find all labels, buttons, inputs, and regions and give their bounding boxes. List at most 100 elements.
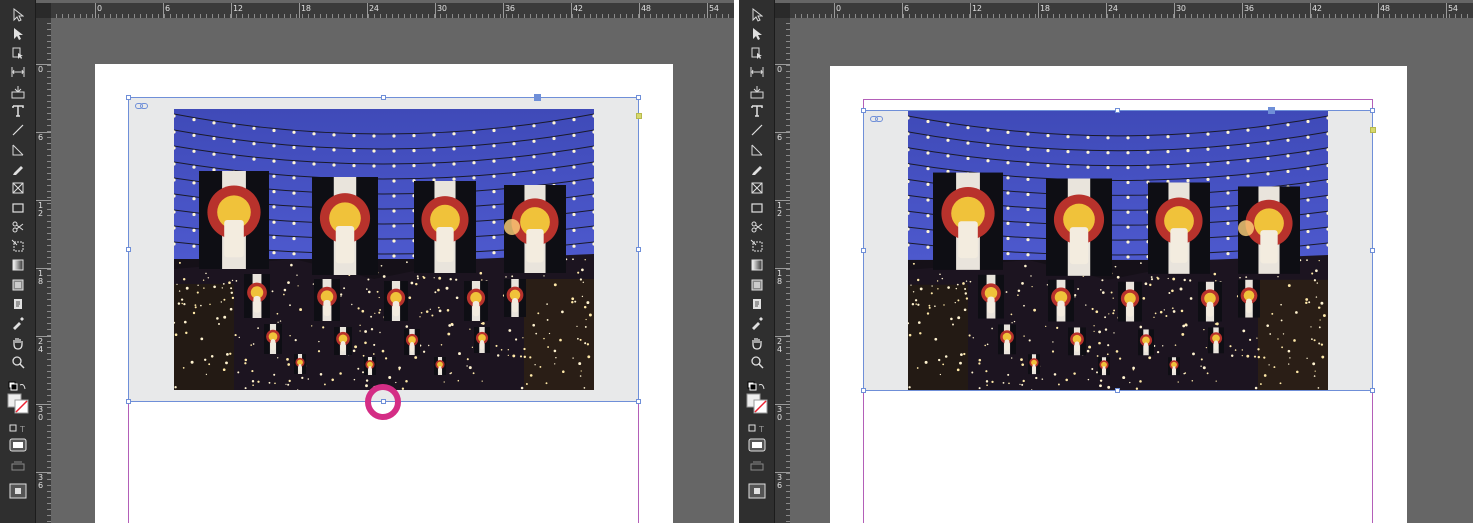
ruler-label: 18	[777, 269, 783, 286]
ruler-label: 30	[38, 405, 44, 422]
eyedropper-tool-icon[interactable]	[5, 314, 31, 333]
line-tool-icon[interactable]	[744, 121, 770, 140]
ruler-major-tick	[435, 3, 436, 18]
type-tool-icon[interactable]	[744, 102, 770, 121]
gradient-feather-tool-icon[interactable]	[5, 275, 31, 294]
free-transform-tool-icon[interactable]	[5, 237, 31, 256]
line-tool-icon[interactable]	[5, 121, 31, 140]
content-collector-icon[interactable]	[5, 82, 31, 101]
ruler-label: 24	[1108, 4, 1118, 13]
free-transform-tool-icon[interactable]	[744, 237, 770, 256]
ruler-major-tick	[1174, 3, 1175, 18]
screen-mode-icon[interactable]	[5, 456, 31, 478]
page-tool-icon[interactable]	[5, 44, 31, 63]
gradient-swatch-tool-icon[interactable]	[744, 256, 770, 275]
hand-tool-icon[interactable]	[744, 333, 770, 352]
scissors-tool-icon[interactable]	[744, 217, 770, 236]
ruler-label: 24	[369, 4, 379, 13]
vertical-ruler[interactable]: 0 6 12 18 24 30 36	[36, 18, 51, 523]
apply-color-icon[interactable]	[5, 434, 31, 456]
fill-stroke-swatch-icon[interactable]	[5, 392, 31, 414]
svg-text:T: T	[758, 425, 764, 433]
horizontal-ruler[interactable]: 0 6 12 18 24 30 36 42 48 54	[51, 3, 734, 18]
pen-tool-icon[interactable]	[5, 140, 31, 159]
scissors-tool-icon[interactable]	[5, 217, 31, 236]
ruler-major-tick	[834, 3, 835, 18]
frame-handle-middle-left[interactable]	[126, 247, 131, 252]
ruler-major-tick	[1106, 3, 1107, 18]
ruler-label: 0	[777, 65, 783, 74]
tools-panel: T	[0, 0, 36, 523]
ruler-origin[interactable]	[36, 3, 51, 18]
content-collector-icon[interactable]	[744, 82, 770, 101]
frame-handle-middle-right[interactable]	[636, 247, 641, 252]
type-tool-icon[interactable]	[5, 102, 31, 121]
hand-tool-icon[interactable]	[5, 333, 31, 352]
ruler-major-tick	[299, 3, 300, 18]
ruler-label: 42	[573, 4, 583, 13]
ruler-label: 6	[904, 4, 909, 13]
page-tool-icon[interactable]	[744, 44, 770, 63]
horizontal-ruler[interactable]: 0 6 12 18 24 30 36 42 48 54	[790, 3, 1473, 18]
rectangle-frame-tool-icon[interactable]	[5, 179, 31, 198]
link-icon[interactable]	[870, 107, 883, 122]
ruler-label: 48	[641, 4, 651, 13]
direct-selection-tool-icon[interactable]	[5, 24, 31, 43]
svg-text:T: T	[19, 425, 25, 433]
selection-tool-icon[interactable]	[744, 5, 770, 24]
frame-handle-top-right[interactable]	[636, 95, 641, 100]
note-tool-icon[interactable]	[744, 295, 770, 314]
fill-stroke-swatch-icon[interactable]	[744, 392, 770, 414]
frame-handle-top-right[interactable]	[1370, 108, 1375, 113]
eyedropper-tool-icon[interactable]	[744, 314, 770, 333]
frame-handle-top-left[interactable]	[861, 108, 866, 113]
direct-selection-tool-icon[interactable]	[744, 24, 770, 43]
graphic-frame[interactable]	[863, 110, 1373, 391]
margin-guide	[863, 99, 1373, 100]
frame-handle-top-center[interactable]	[1115, 108, 1120, 113]
pencil-tool-icon[interactable]	[744, 159, 770, 178]
ruler-label: 0	[836, 4, 841, 13]
preview-mode-icon[interactable]	[5, 480, 31, 502]
preview-mode-icon[interactable]	[744, 480, 770, 502]
zoom-tool-icon[interactable]	[5, 352, 31, 371]
graphic-frame[interactable]	[128, 97, 639, 402]
frame-handle-top-left[interactable]	[126, 95, 131, 100]
gap-tool-icon[interactable]	[744, 63, 770, 82]
apply-color-icon[interactable]	[744, 434, 770, 456]
rectangle-tool-icon[interactable]	[5, 198, 31, 217]
ruler-origin[interactable]	[775, 3, 790, 18]
frame-handle-middle-left[interactable]	[861, 248, 866, 253]
frame-handle-bottom-right[interactable]	[1370, 388, 1375, 393]
note-tool-icon[interactable]	[5, 295, 31, 314]
ruler-major-tick	[1242, 3, 1243, 18]
content-grabber[interactable]	[534, 94, 541, 101]
content-grabber[interactable]	[1268, 107, 1275, 114]
frame-handle-bottom-center[interactable]	[1115, 388, 1120, 393]
zoom-tool-icon[interactable]	[744, 352, 770, 371]
rectangle-tool-icon[interactable]	[744, 198, 770, 217]
gradient-swatch-tool-icon[interactable]	[5, 256, 31, 275]
ruler-major-tick	[639, 3, 640, 18]
ruler-label: 18	[1040, 4, 1050, 13]
rectangle-frame-tool-icon[interactable]	[744, 179, 770, 198]
indesign-workspace-after: T 0 6 12 18 24 30 36 42 48 54 0 6 12 18 24 30 36	[739, 0, 1473, 523]
link-icon[interactable]	[135, 94, 148, 109]
frame-handle-bottom-left[interactable]	[126, 399, 131, 404]
gap-tool-icon[interactable]	[5, 63, 31, 82]
pen-tool-icon[interactable]	[744, 140, 770, 159]
pencil-tool-icon[interactable]	[5, 159, 31, 178]
ruler-label: 36	[1244, 4, 1254, 13]
ruler-label: 24	[38, 337, 44, 354]
gradient-feather-tool-icon[interactable]	[744, 275, 770, 294]
corner-options-handle[interactable]	[1370, 127, 1376, 133]
vertical-ruler[interactable]: 0 6 12 18 24 30 36	[775, 18, 790, 523]
ruler-major-tick	[1310, 3, 1311, 18]
screen-mode-icon[interactable]	[744, 456, 770, 478]
frame-handle-top-center[interactable]	[381, 95, 386, 100]
frame-handle-bottom-left[interactable]	[861, 388, 866, 393]
frame-handle-middle-right[interactable]	[1370, 248, 1375, 253]
frame-handle-bottom-right[interactable]	[636, 399, 641, 404]
corner-options-handle[interactable]	[636, 113, 642, 119]
selection-tool-icon[interactable]	[5, 5, 31, 24]
